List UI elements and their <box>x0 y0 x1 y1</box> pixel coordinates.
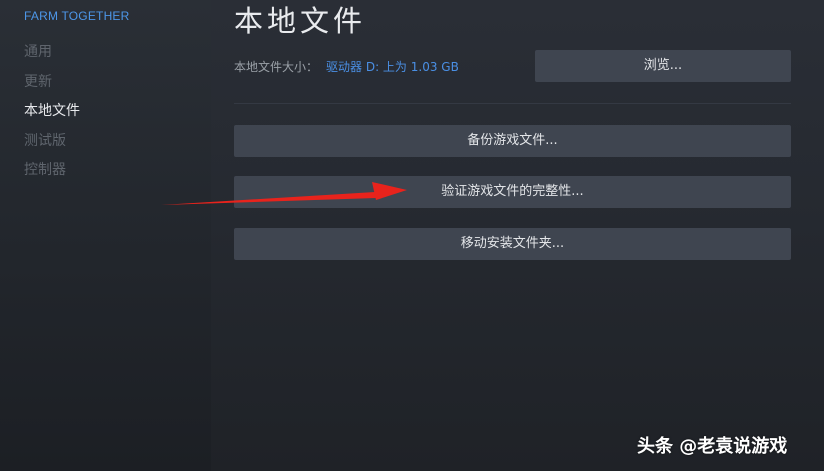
backup-game-files-button[interactable]: 备份游戏文件... <box>234 125 791 157</box>
sidebar-item-controller[interactable]: 控制器 <box>24 160 80 190</box>
move-install-folder-button[interactable]: 移动安装文件夹... <box>234 228 791 260</box>
sidebar-item-local-files[interactable]: 本地文件 <box>24 101 80 131</box>
sidebar-nav: 通用 更新 本地文件 测试版 控制器 <box>24 42 80 190</box>
browse-button[interactable]: 浏览... <box>535 50 791 82</box>
sidebar-item-betas[interactable]: 测试版 <box>24 131 80 161</box>
verify-integrity-button[interactable]: 验证游戏文件的完整性... <box>234 176 791 208</box>
divider <box>234 103 791 104</box>
sidebar: FARM TOGETHER 通用 更新 本地文件 测试版 控制器 <box>0 0 211 471</box>
sidebar-item-updates[interactable]: 更新 <box>24 72 80 102</box>
watermark: 头条 @老袁说游戏 <box>637 436 788 457</box>
local-file-size-label: 本地文件大小： <box>234 60 319 74</box>
game-title: FARM TOGETHER <box>24 9 130 23</box>
steam-properties-window: FARM TOGETHER 通用 更新 本地文件 测试版 控制器 本地文件 本地… <box>0 0 824 471</box>
sidebar-item-general[interactable]: 通用 <box>24 42 80 72</box>
page-title: 本地文件 <box>234 4 367 38</box>
local-file-size-value: 驱动器 D: 上为 1.03 GB <box>326 60 459 74</box>
local-file-size: 本地文件大小： 驱动器 D: 上为 1.03 GB <box>234 58 459 75</box>
